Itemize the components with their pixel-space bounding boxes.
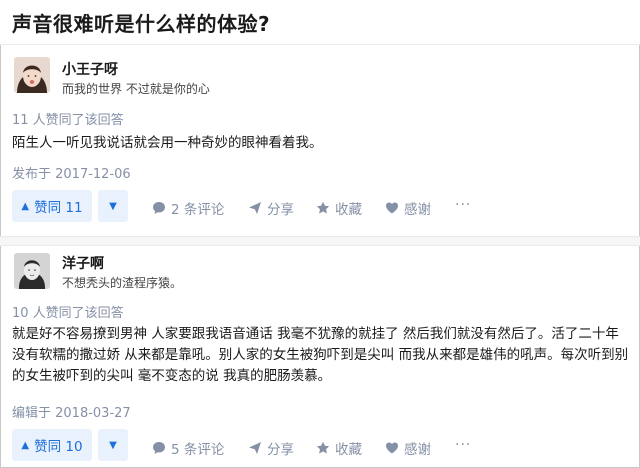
answer-date[interactable]: 发布于 2017-12-06 (12, 163, 131, 182)
heart-icon (386, 442, 398, 454)
star-icon (316, 441, 330, 454)
more-button[interactable]: ··· (455, 197, 471, 213)
answer-divider (0, 236, 640, 246)
favorite-label: 收藏 (335, 202, 362, 218)
favorite-button[interactable]: 收藏 (316, 198, 362, 218)
answer-content: 就是好不容易撩到男神 人家要跟我语音通话 我毫不犹豫的就挂了 然后我们就没有然后… (12, 326, 629, 384)
share-label: 分享 (267, 442, 294, 458)
comment-bubble-icon (153, 202, 165, 214)
vote-up-label: 赞同 10 (34, 439, 83, 455)
comments-button[interactable]: 5 条评论 (152, 438, 224, 458)
comments-button[interactable]: 2 条评论 (152, 198, 224, 218)
paper-plane-icon (249, 202, 261, 214)
star-icon (316, 201, 330, 214)
triangle-up-icon: ▲ (21, 439, 30, 451)
question-title[interactable]: 声音很难听是什么样的体验? (12, 8, 270, 37)
triangle-down-icon: ▼ (109, 200, 117, 212)
answer-date[interactable]: 编辑于 2018-03-27 (12, 402, 131, 421)
thanks-button[interactable]: 感谢 (385, 438, 431, 458)
thanks-label: 感谢 (404, 442, 431, 458)
author-bio: 而我的世界 不过就是你的心 (62, 82, 210, 96)
answer-content: 陌生人一听见我说话就会用一种奇妙的眼神看着我。 (12, 135, 323, 151)
favorite-button[interactable]: 收藏 (316, 438, 362, 458)
paper-plane-icon (249, 442, 261, 454)
author-name[interactable]: 洋子啊 (62, 253, 104, 273)
vote-up-button[interactable]: ▲ 赞同 10 (12, 429, 92, 461)
comment-bubble-icon (153, 442, 165, 454)
favorite-label: 收藏 (335, 442, 362, 458)
share-button[interactable]: 分享 (248, 438, 294, 458)
vote-down-button[interactable]: ▼ (98, 429, 128, 461)
more-button[interactable]: ··· (455, 437, 471, 453)
share-button[interactable]: 分享 (248, 198, 294, 218)
vote-summary: 11 人赞同了该回答 (12, 113, 124, 128)
thanks-label: 感谢 (404, 202, 431, 218)
vote-summary: 10 人赞同了该回答 (12, 306, 124, 321)
heart-icon (386, 202, 398, 214)
author-name[interactable]: 小王子呀 (62, 59, 118, 79)
comments-label: 5 条评论 (171, 442, 225, 458)
vote-down-button[interactable]: ▼ (98, 190, 128, 222)
avatar[interactable] (14, 57, 50, 93)
vote-up-label: 赞同 11 (34, 200, 83, 216)
comments-label: 2 条评论 (171, 202, 225, 218)
triangle-up-icon: ▲ (21, 200, 30, 212)
vote-up-button[interactable]: ▲ 赞同 11 (12, 190, 92, 222)
triangle-down-icon: ▼ (109, 439, 117, 451)
share-label: 分享 (267, 202, 294, 218)
avatar[interactable] (14, 253, 50, 289)
thanks-button[interactable]: 感谢 (385, 198, 431, 218)
author-bio: 不想秃头的渣程序猿。 (62, 276, 183, 290)
question-header: 声音很难听是什么样的体验? (0, 0, 640, 45)
